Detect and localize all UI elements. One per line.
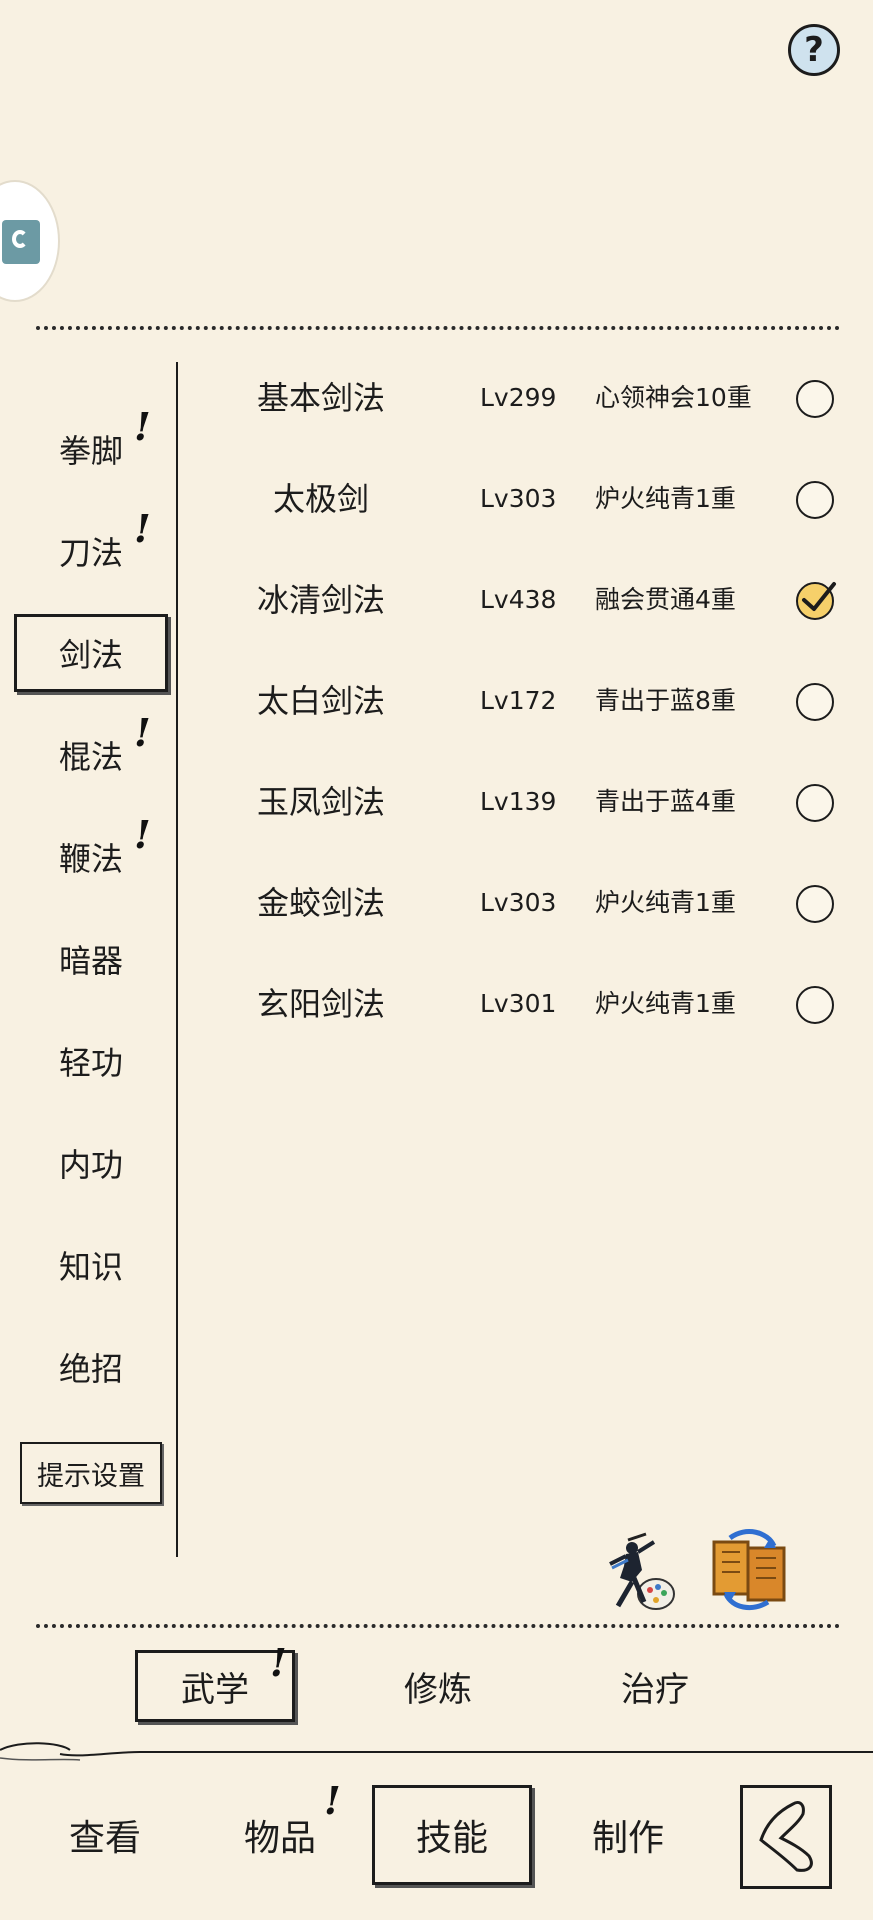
skill-name: 太白剑法 xyxy=(256,682,385,720)
column-divider xyxy=(176,362,178,1557)
alert-mark: ! xyxy=(270,1640,287,1685)
skill-name: 玄阳剑法 xyxy=(256,985,385,1023)
skill-level: Lv299 xyxy=(480,383,557,412)
skill-row[interactable]: 玄阳剑法 Lv301 炉火纯青1重 xyxy=(200,964,850,1044)
skill-realm: 青出于蓝8重 xyxy=(595,686,736,715)
skill-realm: 融会贯通4重 xyxy=(595,585,736,614)
skill-level: Lv303 xyxy=(480,484,557,513)
skill-row[interactable]: 玉凤剑法 Lv139 青出于蓝4重 xyxy=(200,762,850,842)
help-button[interactable]: ? xyxy=(788,24,840,76)
skill-row[interactable]: 太极剑 Lv303 炉火纯青1重 xyxy=(200,459,850,539)
alert-mark: ! xyxy=(134,404,151,449)
skill-radio[interactable] xyxy=(796,784,834,822)
bottom-divider xyxy=(36,1624,840,1628)
skill-radio[interactable] xyxy=(796,986,834,1024)
category-qinggong[interactable]: 轻功 xyxy=(14,1022,168,1100)
martial-artist-icon[interactable] xyxy=(598,1530,678,1612)
skill-level: Lv303 xyxy=(480,888,557,917)
top-divider xyxy=(36,326,840,330)
skill-radio[interactable] xyxy=(796,380,834,418)
skill-radio-checked[interactable] xyxy=(796,582,836,620)
skill-radio[interactable] xyxy=(796,481,834,519)
subtab-xiulian[interactable]: 修炼 xyxy=(358,1650,518,1722)
skill-row[interactable]: 太白剑法 Lv172 青出于蓝8重 xyxy=(200,661,850,741)
skill-level: Lv438 xyxy=(480,585,557,614)
category-neigong[interactable]: 内功 xyxy=(14,1124,168,1202)
category-zhishi[interactable]: 知识 xyxy=(14,1226,168,1304)
alert-mark: ! xyxy=(324,1778,341,1823)
skill-realm: 炉火纯青1重 xyxy=(595,888,736,917)
alert-mark: ! xyxy=(134,812,151,857)
skill-level: Lv172 xyxy=(480,686,557,715)
skill-row[interactable]: 冰清剑法 Lv438 融会贯通4重 xyxy=(200,560,850,640)
alert-mark: ! xyxy=(134,710,151,755)
skill-level: Lv139 xyxy=(480,787,557,816)
category-juezhao[interactable]: 绝招 xyxy=(14,1328,168,1406)
skill-name: 金蛟剑法 xyxy=(256,884,385,922)
skill-radio[interactable] xyxy=(796,683,834,721)
question-mark-icon: ? xyxy=(804,30,824,70)
skill-level: Lv301 xyxy=(480,989,557,1018)
skill-realm: 炉火纯青1重 xyxy=(595,989,736,1018)
nav-tab-skills[interactable]: 技能 xyxy=(372,1785,532,1885)
skill-realm: 心领神会10重 xyxy=(595,383,752,412)
category-jianfa[interactable]: 剑法 xyxy=(14,614,168,692)
skill-realm: 青出于蓝4重 xyxy=(595,787,736,816)
skill-realm: 炉火纯青1重 xyxy=(595,484,736,513)
skill-name: 冰清剑法 xyxy=(256,581,385,619)
swap-scroll-icon[interactable] xyxy=(706,1528,792,1612)
check-icon xyxy=(802,582,836,611)
brush-divider xyxy=(0,1742,873,1761)
skill-name: 太极剑 xyxy=(272,480,369,518)
alert-mark: ! xyxy=(134,506,151,551)
back-button[interactable] xyxy=(740,1785,832,1889)
nav-tab-craft[interactable]: 制作 xyxy=(548,1785,708,1885)
hint-settings-button[interactable]: 提示设置 xyxy=(20,1442,162,1504)
skill-row[interactable]: 金蛟剑法 Lv303 炉火纯青1重 xyxy=(200,863,850,943)
subtab-zhiliao[interactable]: 治疗 xyxy=(575,1650,735,1722)
skill-name: 玉凤剑法 xyxy=(256,783,385,821)
nav-tab-view[interactable]: 查看 xyxy=(25,1785,185,1885)
skill-radio[interactable] xyxy=(796,885,834,923)
game-app-icon[interactable] xyxy=(0,180,60,302)
category-anqi[interactable]: 暗器 xyxy=(14,920,168,998)
skill-name: 基本剑法 xyxy=(256,379,385,417)
skill-row[interactable]: 基本剑法 Lv299 心领神会10重 xyxy=(200,358,850,438)
back-arrow-icon xyxy=(759,1800,813,1872)
